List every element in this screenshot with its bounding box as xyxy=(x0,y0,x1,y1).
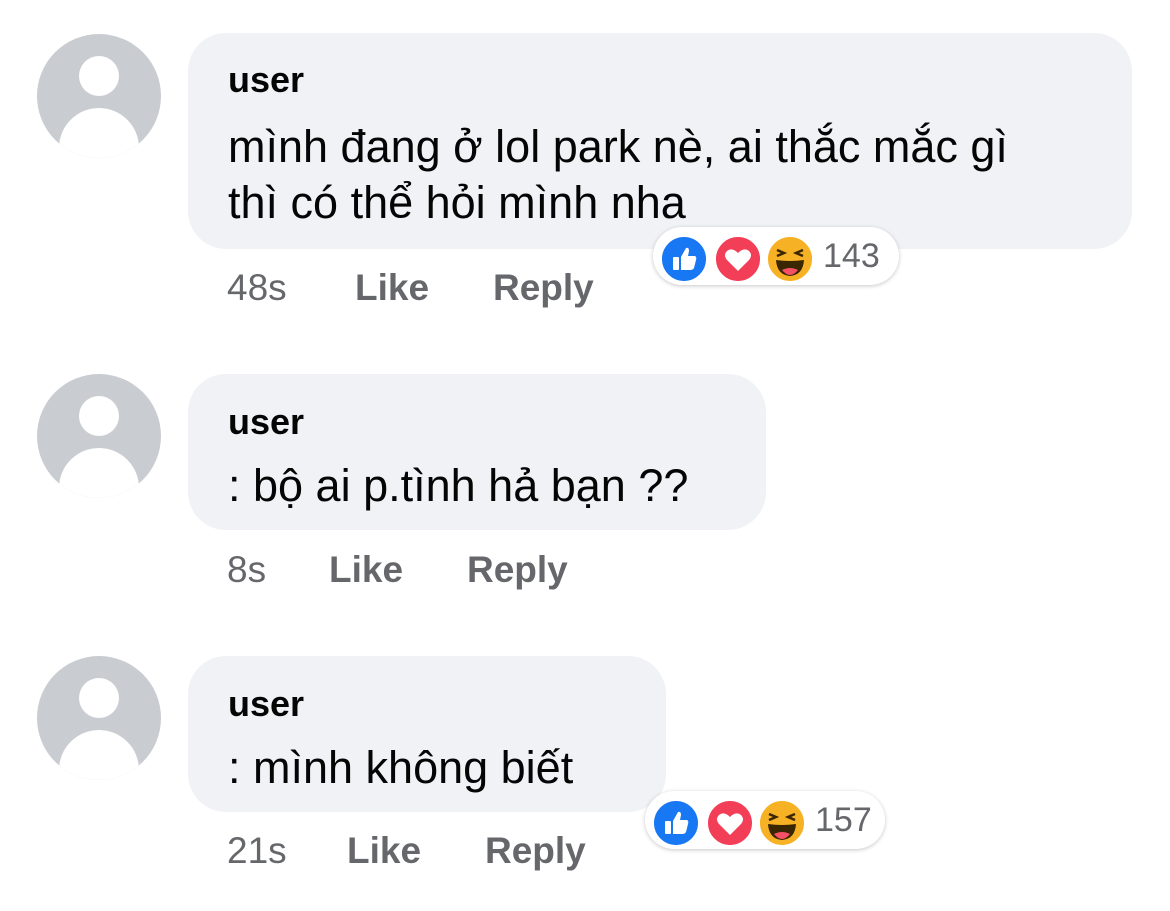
like-button[interactable]: Like xyxy=(355,267,429,309)
reactions-summary[interactable]: 143 xyxy=(653,227,899,285)
haha-icon xyxy=(757,798,807,848)
like-button[interactable]: Like xyxy=(329,549,403,591)
comment-text-line-1: mình đang ở lol park nè, ai thắc mắc gì xyxy=(228,121,1008,172)
love-icon xyxy=(705,798,755,848)
avatar-body-shape xyxy=(59,448,139,498)
reply-button[interactable]: Reply xyxy=(467,549,568,591)
love-icon xyxy=(713,234,763,284)
reply-button[interactable]: Reply xyxy=(493,267,594,309)
like-button[interactable]: Like xyxy=(347,830,421,872)
timestamp[interactable]: 21s xyxy=(227,830,287,872)
comment-text-line-1: : mình không biết xyxy=(228,742,574,793)
avatar[interactable] xyxy=(37,374,161,498)
author-name[interactable]: user xyxy=(228,401,304,443)
author-name[interactable]: user xyxy=(228,59,304,101)
comment-bubble: user mình đang ở lol park nè, ai thắc mắ… xyxy=(188,33,1132,249)
timestamp[interactable]: 48s xyxy=(227,267,287,309)
avatar-head-shape xyxy=(79,396,119,436)
author-name[interactable]: user xyxy=(228,683,304,725)
avatar-head-shape xyxy=(79,56,119,96)
avatar-body-shape xyxy=(59,730,139,780)
avatar-body-shape xyxy=(59,108,139,158)
avatar[interactable] xyxy=(37,656,161,780)
comment-bubble: user : bộ ai p.tình hả bạn ?? xyxy=(188,374,766,530)
like-icon xyxy=(651,798,701,848)
avatar-head-shape xyxy=(79,678,119,718)
reply-button[interactable]: Reply xyxy=(485,830,586,872)
comment-text-line-1: : bộ ai p.tình hả bạn ?? xyxy=(228,460,689,511)
timestamp[interactable]: 8s xyxy=(227,549,266,591)
reaction-count: 143 xyxy=(823,237,880,275)
haha-icon xyxy=(765,234,815,284)
comment-text-line-2: thì có thể hỏi mình nha xyxy=(228,177,686,228)
avatar[interactable] xyxy=(37,34,161,158)
comment-bubble: user : mình không biết xyxy=(188,656,666,812)
like-icon xyxy=(659,234,709,284)
reaction-count: 157 xyxy=(815,801,872,839)
reactions-summary[interactable]: 157 xyxy=(645,791,885,849)
